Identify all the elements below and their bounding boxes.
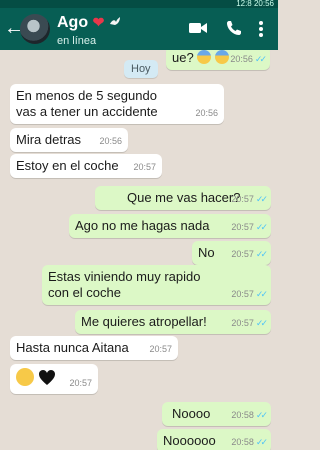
message-outgoing[interactable]: Ago no me hagas nada 20:57 ✓✓ [69, 214, 271, 238]
message-incoming[interactable]: Hasta nunca Aitana 20:57 [10, 336, 178, 360]
message-text: Hasta nunca Aitana [16, 340, 129, 355]
message-text: Noooooo [163, 433, 216, 448]
avatar[interactable] [20, 14, 50, 44]
message-text: ue? [172, 50, 194, 65]
chat-area[interactable]: ue? 20:56 ✓✓ Hoy En menos de 5 segundo va… [0, 50, 278, 450]
double-check-icon: ✓✓ [255, 289, 268, 299]
message-text: Ago no me hagas nada [75, 218, 210, 233]
contact-status: en línea [57, 35, 97, 47]
chat-header: ← Ago ❤ en línea [0, 8, 278, 50]
message-outgoing[interactable]: Estas viniendo muy rapido con el coche 2… [42, 265, 271, 305]
message-time: 20:57 [231, 222, 254, 232]
message-text: En menos de 5 segundo [16, 88, 157, 103]
date-chip: Hoy [124, 60, 158, 78]
message-meta: 20:58 ✓✓ [231, 407, 268, 423]
double-check-icon: ✓✓ [255, 194, 268, 204]
message-outgoing[interactable]: Noooo 20:58 ✓✓ [162, 402, 271, 426]
message-time: 20:56 [99, 136, 122, 146]
status-bar-time: 12:8 20:56 [236, 0, 274, 8]
message-time: 20:58 [231, 437, 254, 447]
message-time: 20:57 [231, 249, 254, 259]
message-outgoing[interactable]: Me quieres atropellar! 20:57 ✓✓ [75, 310, 271, 334]
message-text: Mira detras [16, 132, 82, 147]
message-meta: 20:56 ✓✓ [230, 51, 267, 67]
message-time: 20:57 [149, 344, 172, 354]
double-check-icon: ✓✓ [255, 410, 268, 420]
message-incoming[interactable]: Estoy en el coche 20:57 [10, 154, 162, 178]
smiling-face-icon [16, 368, 34, 386]
black-heart-icon [38, 370, 55, 385]
message-meta: 20:57 ✓✓ [231, 191, 268, 207]
message-text: Me quieres atropellar! [81, 314, 207, 329]
contact-name-text: Ago [57, 14, 89, 31]
status-bar: 12:8 20:56 [0, 0, 278, 8]
double-check-icon: ✓✓ [255, 249, 268, 259]
message-time: 20:57 [69, 378, 92, 388]
message-meta: 20:58 ✓✓ [231, 434, 268, 450]
dove-icon [109, 17, 120, 25]
fearful-face-icon [197, 50, 212, 64]
double-check-icon: ✓✓ [255, 437, 268, 447]
message-time: 20:57 [231, 289, 254, 299]
fearful-face-icon [214, 50, 229, 64]
message-meta: 20:57 ✓✓ [231, 286, 268, 302]
message-meta: 20:57 ✓✓ [231, 219, 268, 235]
message-partial[interactable]: ue? 20:56 ✓✓ [166, 50, 270, 70]
message-time: 20:56 [230, 54, 253, 64]
message-time: 20:56 [195, 108, 218, 118]
message-text: vas a tener un accidente [16, 104, 158, 119]
message-text: No [198, 245, 215, 260]
double-check-icon: ✓✓ [254, 54, 267, 64]
message-time: 20:57 [231, 318, 254, 328]
message-incoming[interactable]: En menos de 5 segundo vas a tener un acc… [10, 84, 224, 124]
contact-name[interactable]: Ago ❤ [57, 14, 121, 32]
double-check-icon: ✓✓ [255, 222, 268, 232]
more-vert-icon[interactable] [258, 20, 264, 38]
message-outgoing[interactable]: Noooooo 20:58 ✓✓ [157, 429, 271, 450]
message-meta: 20:57 ✓✓ [231, 246, 268, 262]
message-time: 20:57 [133, 162, 156, 172]
message-outgoing[interactable]: No 20:57 ✓✓ [192, 241, 271, 265]
phone-icon[interactable] [226, 20, 242, 36]
message-outgoing[interactable]: Que me vas hacer? 20:57 ✓✓ [95, 186, 271, 210]
message-time: 20:57 [231, 194, 254, 204]
double-check-icon: ✓✓ [255, 318, 268, 328]
message-incoming[interactable]: 20:57 [10, 364, 98, 394]
videocam-icon[interactable] [188, 20, 208, 36]
message-time: 20:58 [231, 410, 254, 420]
message-meta: 20:57 ✓✓ [231, 315, 268, 331]
message-incoming[interactable]: Mira detras 20:56 [10, 128, 128, 152]
message-text: Noooo [172, 406, 211, 421]
message-text: Que me vas hacer? [127, 190, 241, 205]
message-text: Estoy en el coche [16, 158, 119, 173]
red-heart-icon: ❤ [92, 14, 105, 30]
message-text: Estas viniendo muy rapido [48, 269, 201, 284]
